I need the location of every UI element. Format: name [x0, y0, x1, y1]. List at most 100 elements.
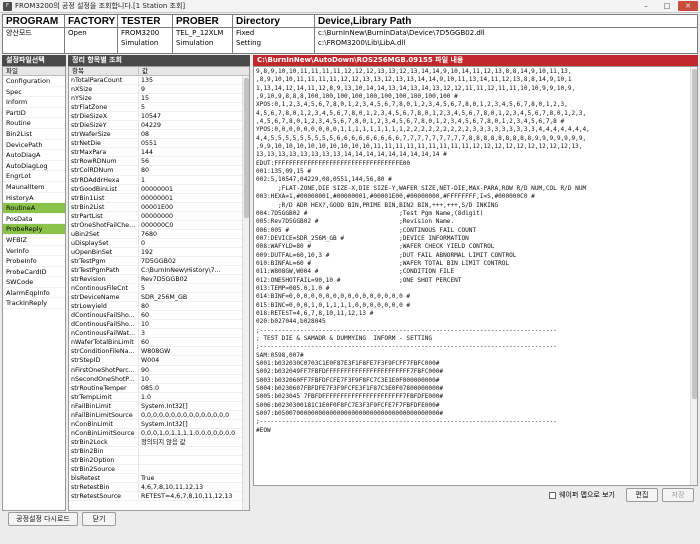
property-row[interactable]: strOneShotFailChe... 000000C0: [69, 220, 249, 230]
property-row[interactable]: strBin2List 00001E00: [69, 202, 249, 212]
property-row[interactable]: strDieSizeX 10547: [69, 112, 249, 122]
property-row[interactable]: dContinousFailSho... 60: [69, 311, 249, 321]
property-row[interactable]: strBin2Source: [69, 465, 249, 475]
property-row[interactable]: strBin2Option: [69, 455, 249, 466]
property-row[interactable]: blsRetest True: [69, 474, 249, 484]
file-list-item[interactable]: AlarmEqpInfo: [3, 288, 65, 299]
maximize-icon[interactable]: □: [657, 1, 677, 11]
file-content-line: 003:HEXA=1,#00000001,#00000001,#00001E00…: [256, 193, 535, 201]
property-row[interactable]: strTestPgm 7D5GGB02: [69, 256, 249, 266]
wafer-map-option[interactable]: 웨이퍼 맵으로 보기: [549, 490, 615, 500]
property-row[interactable]: strRowRDNum 56: [69, 157, 249, 167]
property-row[interactable]: nYSize 15: [69, 94, 249, 104]
header-tester-value: FROM3200: [121, 29, 160, 37]
property-value: 10: [141, 375, 150, 383]
file-list-item[interactable]: EngrLot: [3, 171, 65, 182]
property-row[interactable]: nContinousFailWat... 3: [69, 329, 249, 339]
property-row[interactable]: nContinousFileCnt 5: [69, 284, 249, 294]
property-row[interactable]: strMaxPara 144: [69, 148, 249, 158]
property-row[interactable]: strGoodBinList 00000001: [69, 184, 249, 194]
file-list-item[interactable]: Bin2List: [3, 129, 65, 140]
property-row[interactable]: strBin2Bin: [69, 446, 249, 456]
close-icon[interactable]: ✕: [678, 1, 698, 11]
property-row[interactable]: strNetDie 0551: [69, 139, 249, 149]
property-row[interactable]: strTempLimit 1.0: [69, 392, 249, 402]
file-content-line: 007:DEVICE=SDR_256M_GB # ;DEVICE INFORMA…: [256, 234, 469, 242]
property-key: strBin2Source: [69, 465, 139, 474]
header-prober-value: TEL_P_12XLM: [176, 29, 224, 37]
property-row[interactable]: strColRDNum 80: [69, 166, 249, 176]
property-row[interactable]: uOpenBinSet 192: [69, 247, 249, 257]
property-row[interactable]: strBin1List 00000001: [69, 193, 249, 203]
minimize-icon[interactable]: –: [636, 1, 656, 11]
property-row[interactable]: strDieSizeY 04229: [69, 121, 249, 131]
file-content-line: XPOS:0,1,2,3,4,5,6,7,8,0,1,2,3,4,5,6,7,8…: [256, 101, 568, 109]
property-row[interactable]: nFirstOneShotPerc... 90: [69, 365, 249, 375]
file-list-item[interactable]: PartID: [3, 108, 65, 119]
file-list-item[interactable]: AutoDiagLog: [3, 161, 65, 172]
property-row[interactable]: strWaferSize 08: [69, 130, 249, 140]
window-controls: – □ ✕: [636, 1, 698, 11]
file-content-viewer[interactable]: 9,8,9,10,10,11,11,11,11,12,12,12,13,13,1…: [253, 66, 698, 486]
property-row[interactable]: nConBinLimitSource 0,0,0,1,0,1,1,1,1,0,0,…: [69, 428, 249, 438]
edit-button[interactable]: 편집: [626, 488, 658, 502]
property-row[interactable]: nTotalParaCount 135: [69, 76, 249, 86]
file-list-item[interactable]: ProbeInfo: [3, 256, 65, 267]
property-row[interactable]: uBin2Set 7680: [69, 229, 249, 239]
file-list-item[interactable]: MaunalItem: [3, 182, 65, 193]
file-list-item[interactable]: DevicePath: [3, 140, 65, 151]
file-content-line: 005:Rev7D5GGB02 # ;Revision Name.: [256, 218, 455, 226]
viewer-scroll-thumb[interactable]: [692, 69, 697, 399]
property-table[interactable]: 항목 값 nTotalParaCount 135 nXSize 9 nYSize 15st…: [68, 66, 250, 511]
property-row[interactable]: nConBinLimit System.Int32[]: [69, 419, 249, 429]
file-list-item[interactable]: WFBIZ: [3, 235, 65, 246]
property-scroll-thumb[interactable]: [244, 78, 249, 218]
file-list-item[interactable]: ProbeCardID: [3, 267, 65, 278]
property-value: C:\BurnInNew\History\7...: [141, 266, 221, 274]
file-list-item[interactable]: RoutineA: [3, 203, 65, 214]
wafer-map-checkbox[interactable]: [549, 491, 556, 499]
property-row[interactable]: nWaferTotalBinLimit 60: [69, 338, 249, 348]
property-row[interactable]: strConditionFileNa... W808GW: [69, 347, 249, 357]
file-list-item[interactable]: VerInfo: [3, 246, 65, 257]
header-device-path-value: c:\BurnInNew\BurninData\Device\7D5GGB02.…: [318, 29, 485, 37]
property-key: strBin2Lock: [69, 437, 139, 446]
property-row[interactable]: strFlatZone 5: [69, 103, 249, 113]
property-row[interactable]: strDeviceName SDR_256M_GB: [69, 293, 249, 303]
file-list-item[interactable]: Inform: [3, 97, 65, 108]
file-list-item[interactable]: HistoryA: [3, 193, 65, 204]
property-row[interactable]: strStepID W004: [69, 356, 249, 366]
property-row[interactable]: nFailBinLimit System.Int32[]: [69, 401, 249, 411]
property-row[interactable]: uDisplaySet 0: [69, 238, 249, 248]
property-row[interactable]: strLowyield 80: [69, 302, 249, 312]
property-scrollbar[interactable]: [242, 76, 249, 510]
close-button[interactable]: 닫기: [82, 512, 116, 526]
file-list-item[interactable]: Routine: [3, 118, 65, 129]
property-row[interactable]: strRDAddrHexa 1: [69, 175, 249, 185]
file-list-item[interactable]: ProbeReply: [3, 224, 65, 235]
property-row[interactable]: nSecondOneShotP... 10: [69, 374, 249, 384]
file-list-item[interactable]: PosData: [3, 214, 65, 225]
property-row[interactable]: strBin2Lock 정의되지 않음 값: [69, 437, 249, 447]
file-list-item[interactable]: SWCode: [3, 277, 65, 288]
property-row[interactable]: strRetestBin 4,6,7,8,10,11,12,13: [69, 483, 249, 493]
property-row[interactable]: dContinousFailSho... 10: [69, 320, 249, 330]
property-row[interactable]: nFailBinLimitSource 0,0,0,0,0,0,0,0,0,0,0…: [69, 410, 249, 420]
property-row[interactable]: strTestPgmPath C:\BurnInNew\History\7...: [69, 265, 249, 276]
property-value: W808GW: [141, 348, 171, 356]
file-panel-title: 설정파일선택: [2, 55, 66, 66]
property-key: strWaferSize: [69, 130, 139, 139]
reload-settings-button[interactable]: 공정설정 다시로드: [8, 512, 78, 526]
property-row[interactable]: strRetestSource RETEST=4,6,7,8,10,11,12,1…: [69, 492, 249, 502]
viewer-scrollbar[interactable]: [690, 67, 697, 485]
file-list-item[interactable]: AutoDiagA: [3, 150, 65, 161]
property-row[interactable]: nXSize 9: [69, 85, 249, 95]
file-list-item[interactable]: TrackInReply: [3, 298, 65, 310]
property-row[interactable]: strRevision Rev7D5GGB02: [69, 275, 249, 285]
file-content-line: 012:ONESHOTFAIL=90,10 # ;ONE SHOT PERCEN…: [256, 276, 462, 284]
file-list-item[interactable]: Spec: [3, 87, 65, 98]
property-row[interactable]: strPartList 00000000: [69, 211, 249, 221]
file-list-item[interactable]: Configuration: [3, 76, 65, 87]
property-row[interactable]: strRoutineTemper 085.0: [69, 383, 249, 393]
file-list[interactable]: 파일 Configuration Spec Inform PartID Routine B…: [2, 66, 66, 511]
